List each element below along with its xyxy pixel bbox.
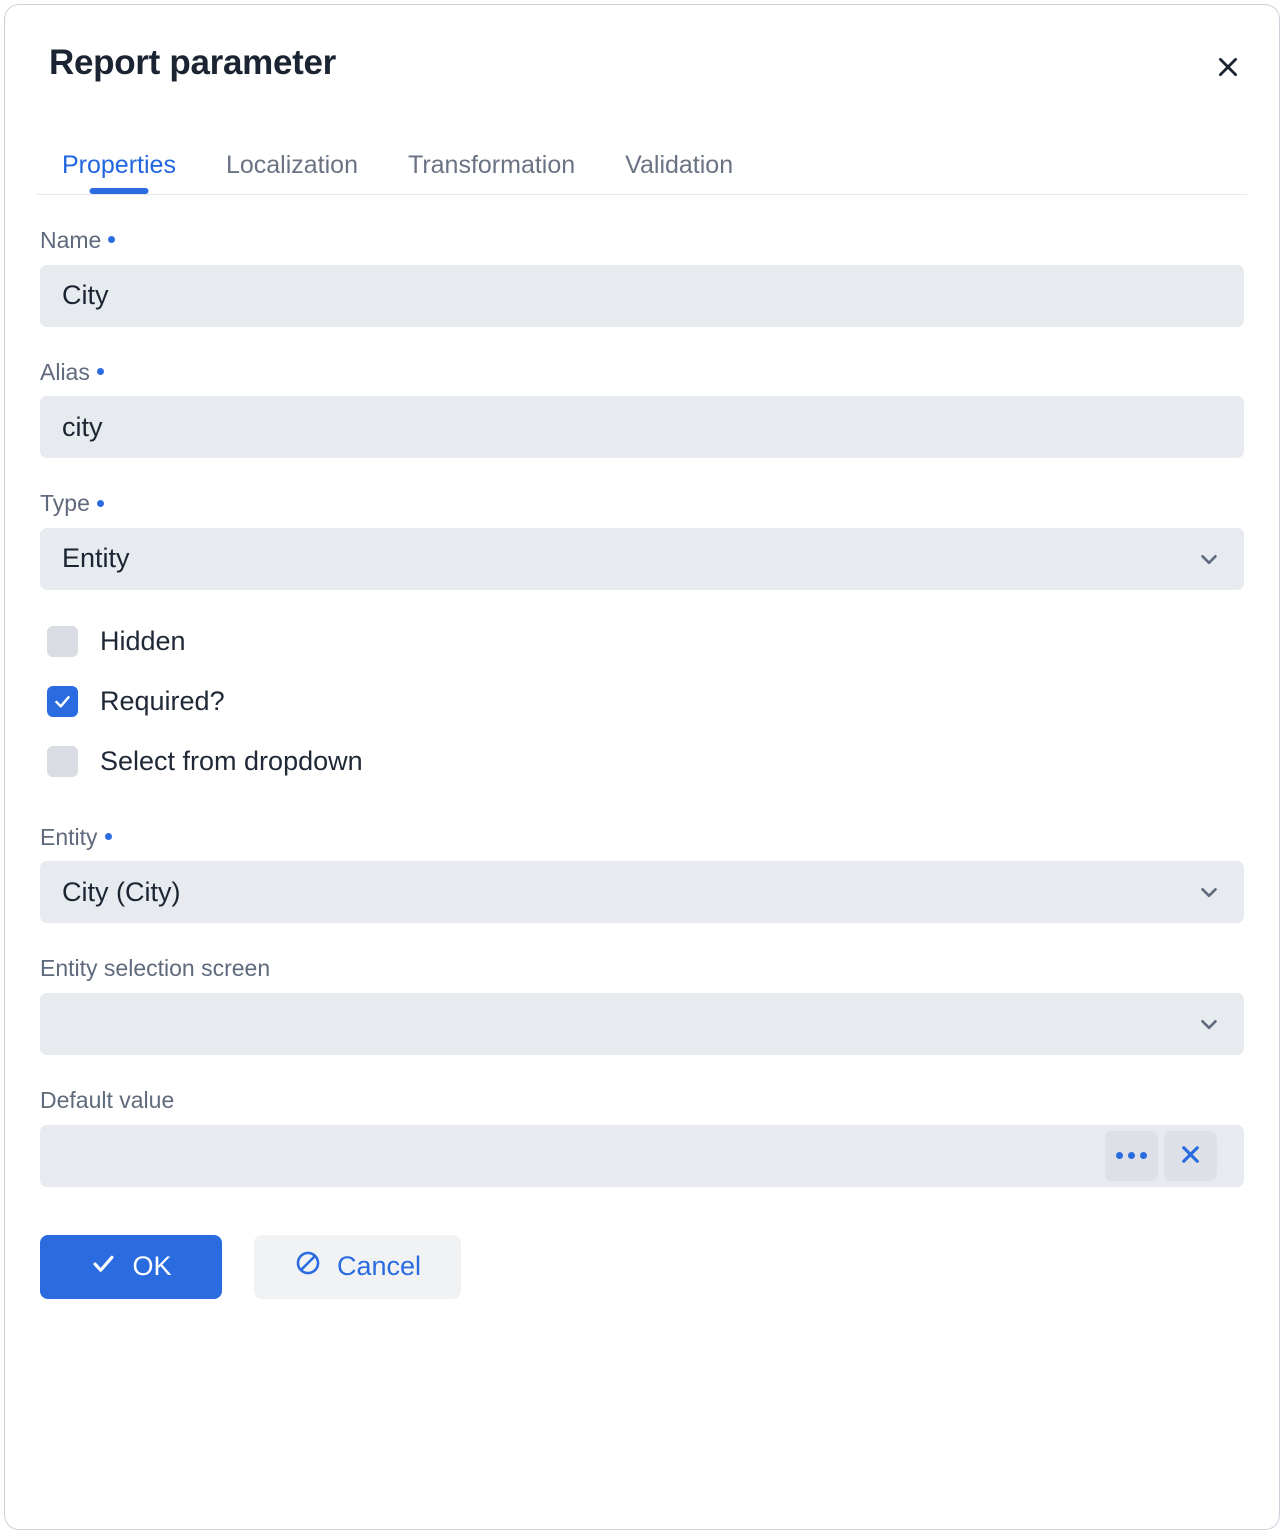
ellipsis-icon — [1116, 1152, 1147, 1160]
ban-icon — [294, 1249, 322, 1284]
close-button[interactable] — [1207, 46, 1249, 88]
dialog-footer: OK Cancel — [5, 1234, 1279, 1299]
tab-validation-label: Validation — [625, 151, 734, 179]
page-title: Report parameter — [49, 43, 336, 82]
required-dot-icon — [96, 499, 104, 507]
field-default-value: Default value — [40, 1087, 1244, 1187]
checkbox-row-hidden[interactable]: Hidden — [40, 612, 1244, 672]
ok-button-label: OK — [132, 1251, 172, 1282]
tab-localization-label: Localization — [225, 151, 358, 179]
check-icon — [55, 696, 70, 708]
default-value-browse-button[interactable] — [1105, 1130, 1158, 1181]
name-label: Name — [40, 227, 1244, 255]
dialog-header: Report parameter — [5, 5, 1279, 129]
checkbox-select-from-dropdown[interactable] — [47, 746, 78, 778]
required-dot-icon — [96, 368, 104, 376]
type-label-text: Type — [40, 490, 90, 517]
type-label: Type — [40, 490, 1244, 518]
entity-selection-screen-select[interactable] — [40, 992, 1244, 1055]
alias-label: Alias — [40, 359, 1244, 387]
default-value-clear-button[interactable] — [1164, 1130, 1217, 1181]
checkbox-required-label: Required? — [100, 686, 225, 717]
field-type: Type Entity — [40, 490, 1244, 590]
check-icon — [90, 1250, 117, 1284]
tab-transformation[interactable]: Transformation — [383, 129, 600, 194]
properties-form: Name City Alias city Type Entity Hidden … — [5, 227, 1279, 1187]
tab-properties[interactable]: Properties — [37, 129, 201, 194]
chevron-down-icon — [1196, 1011, 1222, 1037]
options-group: Hidden Required? Select from dropdown — [40, 612, 1244, 792]
entity-label-text: Entity — [40, 823, 98, 850]
checkbox-required[interactable] — [47, 686, 78, 718]
required-dot-icon — [104, 833, 112, 841]
cancel-button-label: Cancel — [336, 1251, 422, 1282]
tab-bar: Properties Localization Transformation V… — [37, 129, 1247, 195]
field-alias: Alias city — [40, 359, 1244, 459]
tab-localization[interactable]: Localization — [201, 129, 383, 194]
entity-select[interactable]: City (City) — [40, 861, 1244, 924]
name-label-text: Name — [40, 227, 102, 253]
close-icon — [1215, 54, 1241, 80]
checkbox-row-required[interactable]: Required? — [40, 672, 1244, 732]
alias-input[interactable]: city — [40, 396, 1244, 459]
checkbox-select-from-dropdown-label: Select from dropdown — [100, 746, 363, 777]
checkbox-hidden-label: Hidden — [100, 626, 186, 657]
ok-button[interactable]: OK — [40, 1234, 222, 1299]
tab-validation[interactable]: Validation — [600, 129, 758, 194]
alias-label-text: Alias — [40, 358, 90, 385]
cancel-button[interactable]: Cancel — [254, 1234, 461, 1299]
tab-transformation-label: Transformation — [407, 151, 576, 179]
checkbox-row-select-from-dropdown[interactable]: Select from dropdown — [40, 732, 1244, 792]
type-select-value: Entity — [62, 543, 130, 574]
type-select[interactable]: Entity — [40, 527, 1244, 590]
tab-properties-label: Properties — [62, 151, 176, 179]
close-icon — [1178, 1142, 1203, 1170]
default-value-label: Default value — [40, 1086, 175, 1113]
field-name: Name City — [40, 227, 1244, 327]
entity-label: Entity — [40, 824, 1244, 852]
default-value-input[interactable] — [40, 1124, 1244, 1187]
entity-select-value: City (City) — [62, 876, 181, 907]
chevron-down-icon — [1196, 546, 1222, 572]
report-parameter-dialog: Report parameter Properties Localization… — [4, 4, 1280, 1530]
entity-selection-screen-label: Entity selection screen — [40, 955, 271, 982]
field-entity-selection-screen: Entity selection screen — [40, 955, 1244, 1055]
chevron-down-icon — [1196, 879, 1222, 905]
required-dot-icon — [108, 236, 116, 244]
checkbox-hidden[interactable] — [47, 626, 78, 658]
field-entity: Entity City (City) — [40, 824, 1244, 924]
name-input[interactable]: City — [40, 264, 1244, 327]
active-tab-indicator — [89, 188, 149, 194]
